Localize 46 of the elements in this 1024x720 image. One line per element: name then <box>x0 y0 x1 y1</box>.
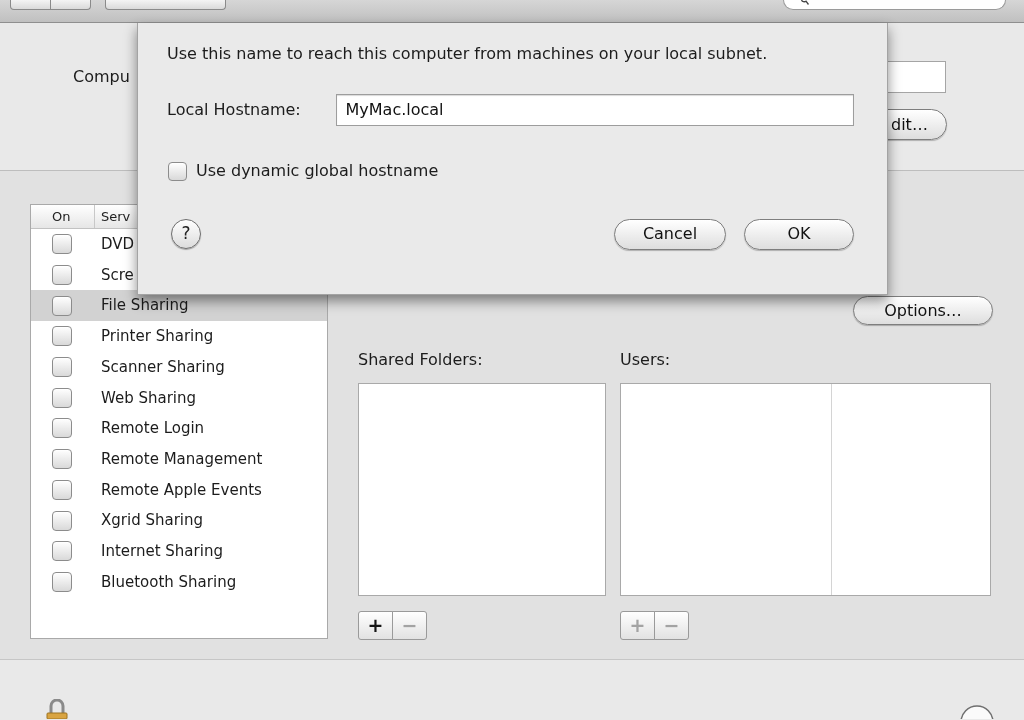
checkbox[interactable] <box>52 449 72 470</box>
checkbox[interactable] <box>168 161 187 181</box>
add-button[interactable]: + <box>358 611 393 640</box>
service-name: Scanner Sharing <box>101 356 225 378</box>
service-name: Bluetooth Sharing <box>101 571 237 593</box>
checkbox[interactable] <box>52 265 72 286</box>
checkbox[interactable] <box>52 571 72 592</box>
service-name: Scre <box>101 264 134 286</box>
back-button[interactable] <box>10 0 51 10</box>
service-name: File Sharing <box>101 295 189 317</box>
service-name: Xgrid Sharing <box>101 510 203 532</box>
checkbox-label: Use dynamic global hostname <box>196 160 439 182</box>
hostname-field[interactable]: MyMac.local <box>335 94 854 126</box>
help-button[interactable]: ? <box>171 219 201 249</box>
service-name: Remote Apple Events <box>101 479 262 501</box>
checkbox[interactable] <box>52 541 72 562</box>
checkbox[interactable] <box>52 479 72 500</box>
options-button[interactable]: Options… <box>853 296 993 325</box>
field-label: Local Hostname: <box>167 99 302 121</box>
checkbox[interactable] <box>52 510 72 531</box>
service-name: DVD <box>101 234 135 256</box>
dialog-message: Use this name to reach this computer from machines on your local subnet. <box>167 43 769 65</box>
column-header: Serv <box>101 207 131 226</box>
toolbar-button[interactable] <box>105 0 226 10</box>
search-icon <box>801 0 809 5</box>
service-name: Remote Management <box>101 448 263 470</box>
help-button[interactable] <box>959 704 995 719</box>
field-label: Compu <box>73 66 130 88</box>
forward-button[interactable] <box>51 0 91 10</box>
dialog-button[interactable]: Cancel <box>614 218 726 250</box>
padlock-icon[interactable] <box>46 699 68 719</box>
search-field[interactable] <box>783 0 1006 10</box>
service-name: Web Sharing <box>101 387 197 409</box>
section-label: Shared Folders: <box>358 349 484 371</box>
checkbox[interactable] <box>52 234 72 255</box>
column-header: On <box>52 207 71 226</box>
checkbox[interactable] <box>52 357 72 378</box>
dialog-button[interactable]: OK <box>744 218 854 250</box>
service-name: Printer Sharing <box>101 326 214 348</box>
checkbox[interactable] <box>52 418 72 439</box>
checkbox[interactable] <box>52 387 72 408</box>
checkbox[interactable] <box>52 326 72 347</box>
service-name: Remote Login <box>101 418 205 440</box>
service-name: Internet Sharing <box>101 540 223 562</box>
section-label: Users: <box>620 349 671 371</box>
checkbox[interactable] <box>52 295 72 316</box>
